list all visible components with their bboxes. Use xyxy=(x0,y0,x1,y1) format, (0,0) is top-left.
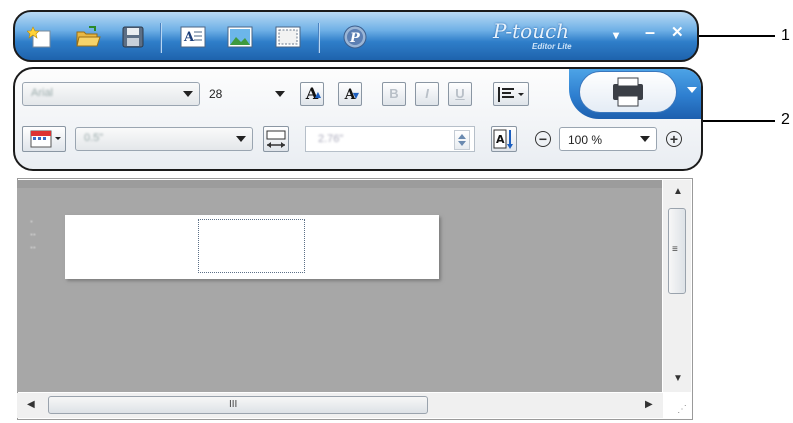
callout-line-2 xyxy=(703,120,775,122)
tape-length-ruler: ▪ ▪▪ ▪▪ xyxy=(30,217,36,252)
svg-text:P: P xyxy=(349,31,361,46)
decrease-font-size-button[interactable]: A ▼ xyxy=(338,82,362,106)
chevron-down-icon xyxy=(236,136,246,142)
scroll-right-arrow[interactable]: ▶ xyxy=(645,399,653,410)
zoom-value: 100 % xyxy=(568,133,603,147)
chevron-down-icon xyxy=(183,91,193,97)
italic-button[interactable]: I xyxy=(415,82,439,106)
horizontal-scroll-thumb[interactable]: III xyxy=(48,396,428,414)
resize-grip-icon[interactable]: ⋰ xyxy=(677,404,687,415)
chevron-down-icon xyxy=(275,91,285,97)
font-name-select[interactable]: Arial xyxy=(22,82,200,106)
underline-button[interactable]: U xyxy=(448,82,472,106)
formatting-ribbon: Arial 28 A ▲ A ▼ B I U 0.5" 2.76" A − 10… xyxy=(13,67,703,171)
zoom-in-button[interactable]: + xyxy=(666,131,682,147)
chevron-down-icon xyxy=(640,136,650,142)
font-size-value: 28 xyxy=(209,87,223,101)
print-options-dropdown[interactable] xyxy=(687,87,697,93)
font-name-value: Arial xyxy=(31,87,54,99)
zoom-out-button[interactable]: − xyxy=(535,131,551,147)
label-length-field[interactable]: 2.76" xyxy=(305,126,475,152)
zoom-select[interactable]: 100 % xyxy=(559,127,657,151)
increase-font-size-button[interactable]: A ▲ xyxy=(300,82,324,106)
scroll-down-arrow[interactable]: ▼ xyxy=(673,373,683,384)
toolbar-separator xyxy=(160,23,161,53)
title-bar: A P P-touch Editor Lite ▾ – ✕ xyxy=(13,10,699,62)
align-left-icon xyxy=(498,87,524,102)
print-button-area xyxy=(569,69,701,119)
title-menu-dropdown[interactable]: ▾ xyxy=(613,28,619,42)
label-width-value: 0.5" xyxy=(84,132,104,144)
new-icon[interactable] xyxy=(26,25,53,49)
arrow-down-icon: ▼ xyxy=(352,90,359,100)
arrow-up-icon: ▲ xyxy=(314,89,321,99)
insert-image-icon[interactable] xyxy=(227,25,253,49)
brand-subtitle: Editor Lite xyxy=(532,42,572,51)
save-icon[interactable] xyxy=(120,25,146,49)
text-object-frame[interactable] xyxy=(198,219,305,273)
tape-icon xyxy=(30,130,61,148)
tape-settings-dropdown[interactable] xyxy=(22,126,66,152)
brand-logo: P-touch xyxy=(493,19,570,43)
scroll-grip: ≡ xyxy=(672,244,678,255)
callout-number-1: 1 xyxy=(781,27,790,44)
length-stepper[interactable] xyxy=(454,130,470,150)
label-length-button[interactable] xyxy=(263,126,289,152)
minimize-button[interactable]: – xyxy=(645,22,655,43)
layout-canvas[interactable] xyxy=(17,180,662,392)
toolbar-separator xyxy=(318,23,319,53)
print-button[interactable] xyxy=(579,71,677,113)
svg-text:A: A xyxy=(183,30,195,45)
vertical-scroll-thumb[interactable]: ≡ xyxy=(668,208,686,294)
scroll-left-arrow[interactable]: ◀ xyxy=(27,399,35,410)
open-icon[interactable] xyxy=(75,25,101,49)
scroll-grip: III xyxy=(229,399,238,410)
length-arrows-icon xyxy=(266,130,286,148)
bold-button[interactable]: B xyxy=(382,82,406,106)
scroll-up-arrow[interactable]: ▲ xyxy=(673,186,683,197)
up-down-icon xyxy=(458,134,466,146)
text-align-dropdown[interactable] xyxy=(493,82,529,106)
p-touch-logo-icon[interactable]: P xyxy=(342,25,368,49)
callout-number-2: 2 xyxy=(781,111,790,128)
font-size-select[interactable]: 28 xyxy=(205,83,287,105)
insert-text-icon[interactable]: A xyxy=(180,25,206,49)
label-length-value: 2.76" xyxy=(318,133,344,145)
printer-icon xyxy=(613,77,643,107)
insert-frame-icon[interactable] xyxy=(275,25,301,49)
vertical-text-icon: A xyxy=(493,129,513,149)
ruler xyxy=(17,180,662,188)
close-button[interactable]: ✕ xyxy=(671,23,684,41)
label-width-select[interactable]: 0.5" xyxy=(75,127,253,151)
callout-line-1 xyxy=(699,35,775,37)
vertical-text-button[interactable]: A xyxy=(491,126,517,152)
svg-text:A: A xyxy=(496,133,505,146)
